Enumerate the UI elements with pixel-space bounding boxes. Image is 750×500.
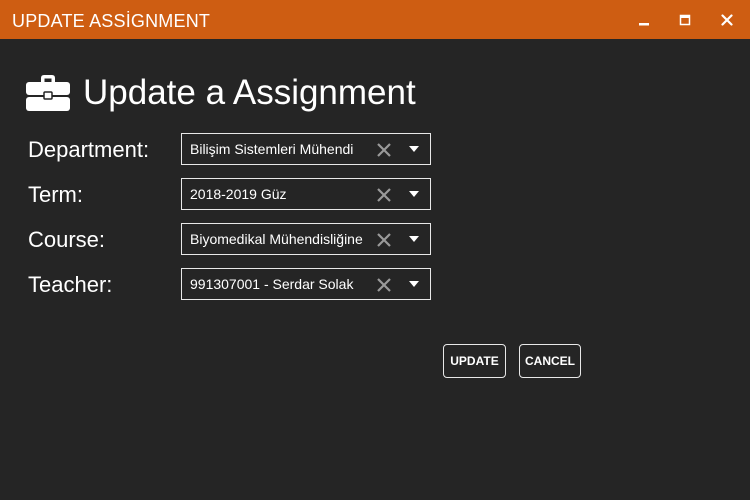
chevron-down-icon[interactable]: [409, 191, 419, 197]
cancel-button[interactable]: CANCEL: [519, 344, 581, 378]
window-title: UPDATE ASSİGNMENT: [12, 11, 211, 31]
term-combobox[interactable]: 2018-2019 Güz: [181, 178, 431, 210]
course-value: Biyomedikal Mühendisliğine: [190, 231, 363, 247]
page-title: Update a Assignment: [83, 73, 416, 112]
chevron-down-icon[interactable]: [409, 281, 419, 287]
update-button[interactable]: UPDATE: [443, 344, 506, 378]
title-bar[interactable]: UPDATE ASSİGNMENT: [0, 0, 750, 39]
teacher-label: Teacher:: [28, 272, 113, 297]
teacher-combobox[interactable]: 991307001 - Serdar Solak: [181, 268, 431, 300]
department-combobox[interactable]: Bilişim Sistemleri Mühendi: [181, 133, 431, 165]
clear-icon[interactable]: [376, 142, 392, 158]
maximize-button[interactable]: [674, 9, 696, 31]
course-label: Course:: [28, 227, 106, 252]
update-assignment-window: UPDATE ASSİGNMENT Update a Assignment De…: [0, 0, 750, 500]
minimize-icon: [639, 23, 649, 26]
clear-icon[interactable]: [376, 232, 392, 248]
chevron-down-icon[interactable]: [409, 146, 419, 152]
close-icon: [721, 14, 733, 26]
term-label: Term:: [28, 182, 83, 207]
maximize-icon: [679, 14, 691, 26]
minimize-button[interactable]: [633, 9, 655, 31]
page-heading: Update a Assignment: [25, 70, 416, 116]
department-value: Bilişim Sistemleri Mühendi: [190, 141, 354, 157]
term-value: 2018-2019 Güz: [190, 186, 287, 202]
chevron-down-icon[interactable]: [409, 236, 419, 242]
clear-icon[interactable]: [376, 187, 392, 203]
department-label: Department:: [28, 137, 150, 162]
teacher-value: 991307001 - Serdar Solak: [190, 276, 354, 292]
close-button[interactable]: [716, 9, 738, 31]
briefcase-icon: [26, 75, 70, 111]
course-combobox[interactable]: Biyomedikal Mühendisliğine: [181, 223, 431, 255]
clear-icon[interactable]: [376, 277, 392, 293]
